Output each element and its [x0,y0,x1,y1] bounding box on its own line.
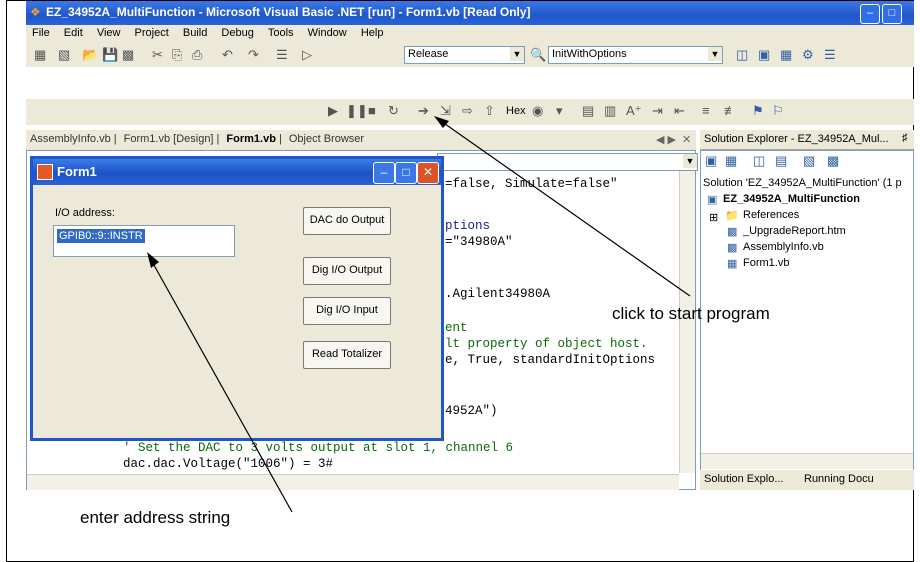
start-program-arrow [437,118,691,297]
arrowhead [147,252,159,268]
enter-address-annotation: enter address string [80,508,231,527]
enter-address-arrow [149,257,293,513]
start-program-annotation: click to start program [612,304,770,323]
arrowhead [434,116,449,128]
annotation-arrows [147,116,691,513]
